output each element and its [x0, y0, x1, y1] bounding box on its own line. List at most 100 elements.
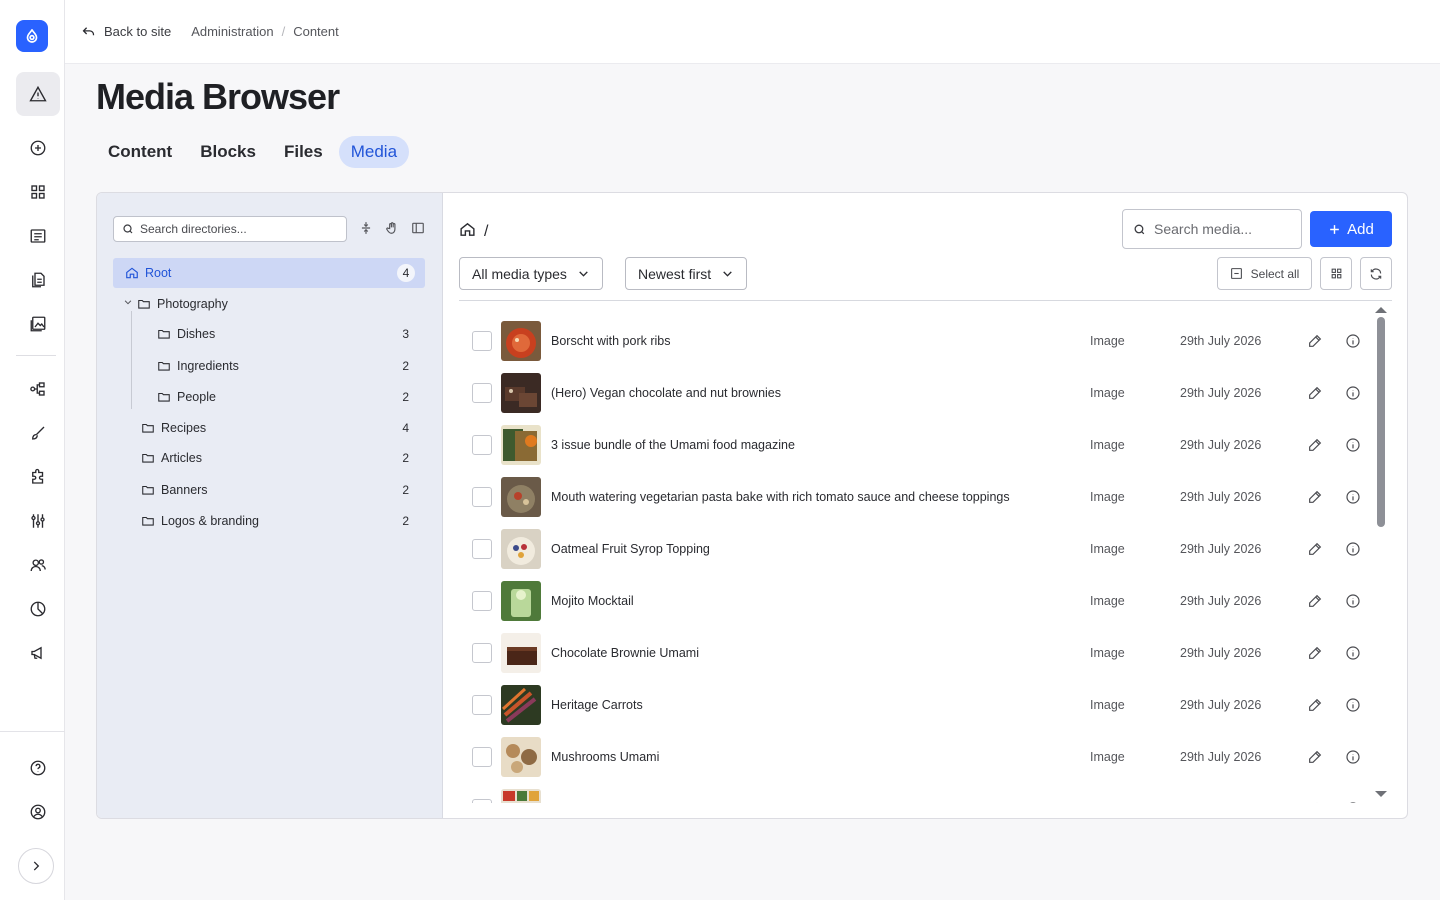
media-type-select[interactable]: All media types [459, 257, 603, 290]
dashboard-grid-icon[interactable] [16, 170, 60, 214]
configuration-sliders-icon[interactable] [16, 499, 60, 543]
media-row[interactable]: Heritage Carrots Image 29th July 2026 [459, 679, 1375, 731]
info-icon[interactable] [1345, 749, 1361, 765]
tree-item-people[interactable]: People 2 [113, 382, 425, 412]
media-row[interactable]: Chocolate Brownie Umami Image 29th July … [459, 627, 1375, 679]
warning-icon[interactable] [16, 72, 60, 116]
media-search-input[interactable]: Search media... [1122, 209, 1302, 249]
select-all-button[interactable]: Select all [1217, 257, 1312, 290]
files-icon[interactable] [16, 258, 60, 302]
media-row[interactable]: (Hero) Vegan chocolate and nut brownies … [459, 367, 1375, 419]
expand-sidebar-button[interactable] [18, 848, 54, 884]
extend-puzzle-icon[interactable] [16, 455, 60, 499]
directory-search-input[interactable]: Search directories... [113, 216, 347, 242]
row-checkbox[interactable] [472, 643, 492, 663]
media-row[interactable]: Mouth watering vegetarian pasta bake wit… [459, 471, 1375, 523]
tree-item-logos-branding[interactable]: Logos & branding 2 [113, 506, 425, 536]
chevron-down-icon[interactable] [123, 297, 133, 311]
toggle-panel-icon[interactable] [411, 221, 425, 235]
media-thumbnail[interactable] [501, 529, 541, 569]
media-thumbnail[interactable] [501, 581, 541, 621]
info-icon[interactable] [1345, 437, 1361, 453]
row-checkbox[interactable] [472, 799, 492, 803]
info-icon[interactable] [1345, 489, 1361, 505]
media-thumbnail[interactable] [501, 373, 541, 413]
media-images-icon[interactable] [16, 302, 60, 346]
edit-pencil-icon[interactable] [1307, 801, 1323, 803]
scroll-up-arrow-icon[interactable] [1375, 307, 1387, 313]
edit-pencil-icon[interactable] [1307, 385, 1323, 401]
media-thumbnail[interactable] [501, 789, 541, 803]
info-icon[interactable] [1345, 645, 1361, 661]
media-row[interactable]: 3 issue bundle of the Umami food magazin… [459, 419, 1375, 471]
media-thumbnail[interactable] [501, 425, 541, 465]
tree-item-banners[interactable]: Banners 2 [113, 475, 425, 505]
back-to-site-link[interactable]: Back to site [81, 24, 171, 39]
edit-pencil-icon[interactable] [1307, 437, 1323, 453]
media-thumbnail[interactable] [501, 737, 541, 777]
media-thumbnail[interactable] [501, 321, 541, 361]
info-icon[interactable] [1345, 697, 1361, 713]
content-list-icon[interactable] [16, 214, 60, 258]
drupal-logo-icon[interactable] [16, 20, 48, 52]
tab-media[interactable]: Media [338, 136, 410, 168]
row-checkbox[interactable] [472, 591, 492, 611]
refresh-button[interactable] [1360, 257, 1392, 290]
row-checkbox[interactable] [472, 435, 492, 455]
info-icon[interactable] [1345, 593, 1361, 609]
announcements-megaphone-icon[interactable] [16, 631, 60, 675]
info-icon[interactable] [1345, 385, 1361, 401]
tree-item-dishes[interactable]: Dishes 3 [113, 319, 425, 349]
row-checkbox[interactable] [472, 487, 492, 507]
row-checkbox[interactable] [472, 331, 492, 351]
add-media-button[interactable]: Add [1310, 211, 1392, 247]
info-icon[interactable] [1345, 801, 1361, 803]
tab-content[interactable]: Content [96, 136, 184, 168]
media-list-scrollbar[interactable] [1375, 303, 1387, 803]
tab-files[interactable]: Files [272, 136, 335, 168]
media-row[interactable]: Mushrooms Umami Image 29th July 2026 [459, 731, 1375, 783]
row-checkbox[interactable] [472, 383, 492, 403]
add-circle-icon[interactable] [16, 126, 60, 170]
appearance-brush-icon[interactable] [16, 411, 60, 455]
breadcrumb-content[interactable]: Content [293, 24, 339, 39]
media-row[interactable]: Oatmeal Fruit Syrop Topping Image 29th J… [459, 523, 1375, 575]
media-row[interactable]: Mojito Mocktail Image 29th July 2026 [459, 575, 1375, 627]
media-row[interactable] [459, 783, 1375, 803]
row-checkbox[interactable] [472, 539, 492, 559]
media-thumbnail[interactable] [501, 633, 541, 673]
edit-pencil-icon[interactable] [1307, 541, 1323, 557]
tree-item-recipes[interactable]: Recipes 4 [113, 413, 425, 443]
pan-hand-icon[interactable] [385, 221, 399, 235]
edit-pencil-icon[interactable] [1307, 697, 1323, 713]
tab-blocks[interactable]: Blocks [188, 136, 268, 168]
edit-pencil-icon[interactable] [1307, 489, 1323, 505]
scroll-down-arrow-icon[interactable] [1375, 791, 1387, 797]
user-account-icon[interactable] [16, 790, 60, 834]
edit-pencil-icon[interactable] [1307, 645, 1323, 661]
edit-pencil-icon[interactable] [1307, 593, 1323, 609]
edit-pencil-icon[interactable] [1307, 749, 1323, 765]
media-thumbnail[interactable] [501, 685, 541, 725]
home-icon[interactable] [459, 221, 476, 243]
tree-item-articles[interactable]: Articles 2 [113, 443, 425, 473]
sort-select[interactable]: Newest first [625, 257, 748, 290]
info-icon[interactable] [1345, 333, 1361, 349]
people-icon[interactable] [16, 543, 60, 587]
breadcrumb-administration[interactable]: Administration [191, 24, 273, 39]
media-thumbnail[interactable] [501, 477, 541, 517]
media-row[interactable]: Borscht with pork ribs Image 29th July 2… [459, 315, 1375, 367]
help-icon[interactable] [16, 746, 60, 790]
tree-item-root[interactable]: Root 4 [113, 258, 425, 288]
scrollbar-thumb[interactable] [1377, 317, 1385, 527]
edit-pencil-icon[interactable] [1307, 333, 1323, 349]
reports-chart-icon[interactable] [16, 587, 60, 631]
row-checkbox[interactable] [472, 695, 492, 715]
info-icon[interactable] [1345, 541, 1361, 557]
tree-item-photography[interactable]: Photography [113, 289, 425, 319]
structure-icon[interactable] [16, 367, 60, 411]
row-checkbox[interactable] [472, 747, 492, 767]
grid-view-button[interactable] [1320, 257, 1352, 290]
tree-item-ingredients[interactable]: Ingredients 2 [113, 351, 425, 381]
collapse-all-icon[interactable] [359, 221, 373, 235]
